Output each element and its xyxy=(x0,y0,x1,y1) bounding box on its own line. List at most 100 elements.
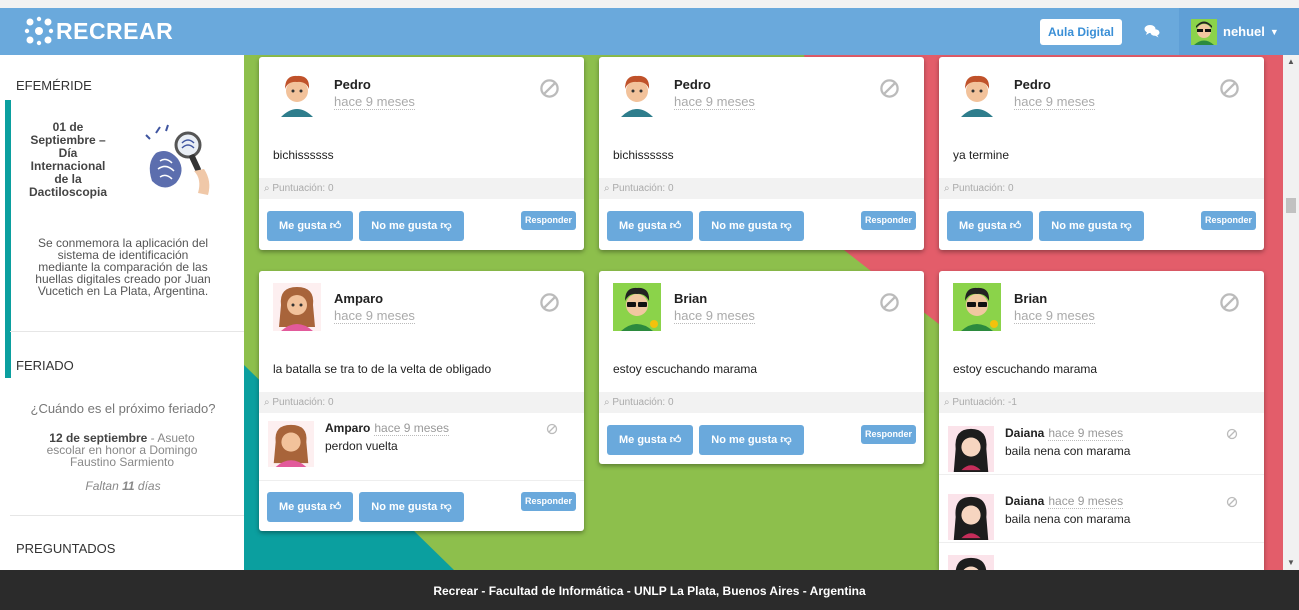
thumbs-down-icon: 👎︎ xyxy=(780,220,792,232)
post-text: ya termine xyxy=(953,148,1010,162)
post-card: Brian hace 9 meses estoy escuchando mara… xyxy=(599,271,924,464)
thumbs-down-icon: 👎︎ xyxy=(440,220,452,232)
like-button[interactable]: Me gusta 👍︎ xyxy=(267,211,354,241)
post-text: estoy escuchando marama xyxy=(613,362,758,376)
post-card: Pedro hace 9 meses bichissssss ⌕ Puntuac… xyxy=(259,57,584,250)
scrollbar[interactable]: ▲ ▼ xyxy=(1283,55,1299,570)
reply-item: Amparo hace 9 meses perdon vuelta xyxy=(259,413,584,481)
caret-down-icon: ▼ xyxy=(1269,26,1279,37)
block-icon[interactable] xyxy=(1226,428,1238,440)
chat-icon[interactable] xyxy=(1144,23,1160,39)
thumbs-up-icon: 👍︎ xyxy=(669,220,682,232)
post-score: ⌕ Puntuación: 0 xyxy=(939,178,1264,199)
post-text: estoy escuchando marama xyxy=(953,362,1098,376)
reply-author[interactable]: Daiana hace 9 meses xyxy=(1005,494,1124,509)
thumbs-down-icon: 👎︎ xyxy=(780,434,792,446)
post-author[interactable]: Pedro xyxy=(334,77,371,92)
post-time: hace 9 meses xyxy=(334,94,415,110)
reply-button[interactable]: Responder xyxy=(860,211,916,230)
post-time: hace 9 meses xyxy=(1014,94,1095,110)
scrollbar-thumb[interactable] xyxy=(1286,198,1296,213)
footer-location: - UNLP La Plata, Buenos Aires - Argentin… xyxy=(623,584,866,598)
top-navbar: RECREAR Aula Digital nehuel ▼ xyxy=(0,8,1299,55)
feriado-remaining: Faltan 11 días xyxy=(85,479,161,493)
footer-brand-link[interactable]: Recrear xyxy=(433,584,478,598)
block-icon[interactable] xyxy=(879,78,900,99)
brand-logo[interactable]: RECREAR xyxy=(24,16,173,46)
post-author[interactable]: Brian xyxy=(1014,291,1047,306)
aula-digital-button[interactable]: Aula Digital xyxy=(1040,19,1123,45)
reply-text: baila nena con marama xyxy=(1005,512,1131,526)
footer-faculty-link[interactable]: Facultad de Informática xyxy=(489,584,624,598)
reply-item: Daiana hace 9 meses baila nena con marama xyxy=(939,486,1264,543)
recrear-logo-icon xyxy=(24,16,54,46)
block-icon[interactable] xyxy=(546,423,558,435)
avatar xyxy=(268,421,314,467)
reply-author[interactable]: Amparo hace 9 meses xyxy=(325,421,450,436)
block-icon[interactable] xyxy=(539,78,560,99)
fingerprint-magnifier-image xyxy=(145,124,210,195)
feriado-question: ¿Cuándo es el próximo feriado? xyxy=(30,401,216,416)
reply-text: perdon vuelta xyxy=(325,439,398,453)
block-icon[interactable] xyxy=(539,292,560,313)
like-button[interactable]: Me gusta 👍︎ xyxy=(607,211,694,241)
scroll-down-arrow-icon[interactable]: ▼ xyxy=(1283,556,1299,570)
block-icon[interactable] xyxy=(1226,496,1238,508)
reply-time: hace 9 meses xyxy=(1048,494,1124,509)
dislike-button[interactable]: No me gusta 👎︎ xyxy=(699,425,804,455)
reply-button[interactable]: Responder xyxy=(1200,211,1256,230)
thumbs-up-icon: 👍︎ xyxy=(329,501,342,513)
post-text: la batalla se tra to de la velta de obli… xyxy=(273,362,492,376)
user-name: nehuel xyxy=(1223,24,1265,39)
post-card: Amparo hace 9 meses la batalla se tra to… xyxy=(259,271,584,531)
avatar xyxy=(948,555,994,570)
reply-author[interactable]: Daiana hace 9 meses xyxy=(1005,426,1124,441)
post-author[interactable]: Amparo xyxy=(334,291,383,306)
post-score: ⌕ Puntuación: -1 xyxy=(939,392,1264,413)
avatar xyxy=(948,426,994,472)
post-card: Pedro hace 9 meses bichissssss ⌕ Puntuac… xyxy=(599,57,924,250)
post-author[interactable]: Pedro xyxy=(1014,77,1051,92)
like-button[interactable]: Me gusta 👍︎ xyxy=(607,425,694,455)
brand-name: RECREAR xyxy=(56,17,174,44)
thumbs-up-icon: 👍︎ xyxy=(1009,220,1022,232)
reply-button[interactable]: Responder xyxy=(860,425,916,444)
efemeride-heading: EFEMÉRIDE xyxy=(16,78,92,93)
post-card: Pedro hace 9 meses ya termine ⌕ Puntuaci… xyxy=(939,57,1264,250)
feriado-info: 12 de septiembre - Asueto escolar en hon… xyxy=(46,431,198,469)
avatar xyxy=(953,283,1001,331)
dislike-button[interactable]: No me gusta 👎︎ xyxy=(359,211,464,241)
block-icon[interactable] xyxy=(1219,78,1240,99)
thumbs-up-icon: 👍︎ xyxy=(669,434,682,446)
efemeride-description: Se conmemora la aplicación del sistema d… xyxy=(35,236,211,298)
post-text: bichissssss xyxy=(273,148,334,162)
avatar xyxy=(273,69,321,117)
post-author[interactable]: Pedro xyxy=(674,77,711,92)
post-time: hace 9 meses xyxy=(674,308,755,324)
post-author[interactable]: Brian xyxy=(674,291,707,306)
user-avatar xyxy=(1191,18,1217,45)
dislike-button[interactable]: No me gusta 👎︎ xyxy=(359,492,464,522)
reply-time: hace 9 meses xyxy=(1048,426,1124,441)
avatar xyxy=(953,69,1001,117)
reply-button[interactable]: Responder xyxy=(520,211,576,230)
reply-text: baila nena con marama xyxy=(1005,444,1131,458)
scroll-up-arrow-icon[interactable]: ▲ xyxy=(1283,55,1299,69)
like-button[interactable]: Me gusta 👍︎ xyxy=(947,211,1034,241)
avatar xyxy=(948,494,994,540)
dislike-button[interactable]: No me gusta 👎︎ xyxy=(1039,211,1144,241)
dislike-button[interactable]: No me gusta 👎︎ xyxy=(699,211,804,241)
avatar xyxy=(613,283,661,331)
reply-button[interactable]: Responder xyxy=(520,492,576,511)
user-menu[interactable]: nehuel ▼ xyxy=(1179,8,1299,55)
post-card: Brian hace 9 meses estoy escuchando mara… xyxy=(939,271,1264,570)
efemeride-date: 01 de Septiembre – Día Internacional de … xyxy=(28,120,108,199)
post-score: ⌕ Puntuación: 0 xyxy=(259,392,584,413)
post-score: ⌕ Puntuación: 0 xyxy=(259,178,584,199)
like-button[interactable]: Me gusta 👍︎ xyxy=(267,492,354,522)
thumbs-down-icon: 👎︎ xyxy=(440,501,452,513)
footer: Recrear - Facultad de Informática - UNLP… xyxy=(0,570,1299,610)
block-icon[interactable] xyxy=(879,292,900,313)
block-icon[interactable] xyxy=(1219,292,1240,313)
post-time: hace 9 meses xyxy=(674,94,755,110)
